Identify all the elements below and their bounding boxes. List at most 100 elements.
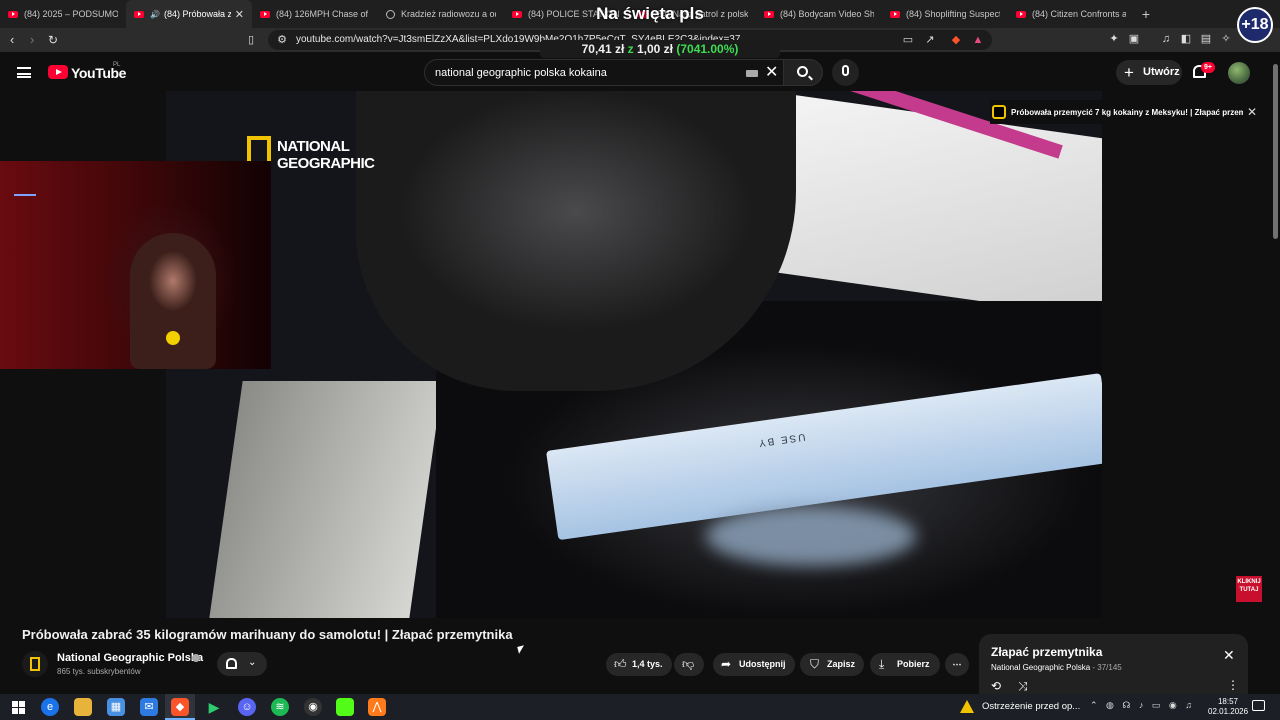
voice-search-button[interactable] bbox=[832, 59, 859, 86]
video-frame-board bbox=[209, 381, 443, 618]
back-icon[interactable]: ‹ bbox=[10, 32, 14, 48]
webcam-person bbox=[130, 233, 216, 369]
clock[interactable]: 18:57 02.01.2026 bbox=[1208, 697, 1248, 717]
share-page-icon[interactable]: ↗ bbox=[924, 34, 936, 46]
spotify-icon[interactable]: ≋ bbox=[271, 698, 289, 716]
browser-tab[interactable]: (84) 126MPH Chase of Sto bbox=[252, 0, 378, 28]
playlist-subtitle: National Geographic Polska - 37/145 bbox=[991, 663, 1122, 672]
close-icon[interactable]: ✕ bbox=[1247, 105, 1257, 119]
notifications-badge: 9+ bbox=[1201, 62, 1215, 73]
wallet-card-icon[interactable]: ▤ bbox=[1200, 33, 1212, 45]
hamburger-menu-icon[interactable] bbox=[17, 67, 31, 78]
close-tab-icon[interactable]: ✕ bbox=[235, 8, 244, 21]
share-button[interactable]: ➦ Udostępnij bbox=[713, 653, 795, 676]
forward-icon[interactable]: › bbox=[30, 32, 34, 48]
close-playlist-icon[interactable]: ✕ bbox=[1223, 647, 1235, 664]
download-icon: ⤓ bbox=[879, 657, 885, 671]
search-button[interactable] bbox=[783, 59, 823, 86]
natgeo-channel-icon bbox=[992, 105, 1006, 119]
channel-avatar[interactable] bbox=[22, 651, 48, 677]
next-video-title: Próbowała przemycić 7 kg kokainy z Meksy… bbox=[1011, 107, 1243, 117]
account-avatar[interactable] bbox=[1228, 62, 1250, 84]
video-frame-blur bbox=[706, 506, 916, 566]
browser-tab[interactable]: (84) Shoplifting Suspect P bbox=[882, 0, 1008, 28]
youtube-logo-icon[interactable] bbox=[48, 65, 68, 79]
youtube-icon bbox=[764, 10, 774, 18]
cast-icon[interactable]: ▭ bbox=[902, 34, 914, 46]
shuffle-icon[interactable]: ⤨ bbox=[1018, 679, 1028, 694]
create-label: Utwórz bbox=[1143, 66, 1180, 78]
like-button[interactable]: 👍︎ 1,4 tys. bbox=[606, 653, 672, 676]
browser-tab[interactable]: (84) Citizen Confronts an bbox=[1008, 0, 1134, 28]
kick-icon[interactable] bbox=[336, 698, 354, 716]
edge-icon[interactable]: e bbox=[41, 698, 59, 716]
windows-taskbar: e ▦ ✉ ◆ ▶ ☺ ≋ ◉ ⋀ Ostrzeżenie przed op..… bbox=[0, 694, 1280, 720]
search-query: national geographic polska kokaina bbox=[435, 67, 607, 79]
download-button[interactable]: ⤓ Pobierz bbox=[870, 653, 940, 676]
browser-tab[interactable]: (84) Bodycam Video Show bbox=[756, 0, 882, 28]
windows-start-icon[interactable] bbox=[9, 698, 27, 716]
thumbs-down-icon: 👎︎ bbox=[682, 657, 695, 671]
thumbs-up-icon: 👍︎ bbox=[614, 657, 627, 671]
create-button[interactable]: + Utwórz bbox=[1116, 60, 1182, 85]
dislike-button[interactable]: 👎︎ bbox=[674, 653, 704, 676]
playlist-title[interactable]: Złapać przemytnika bbox=[991, 645, 1102, 659]
browser-tab[interactable]: (84) 2025 – PODSUMOWA bbox=[0, 0, 126, 28]
microphone-icon bbox=[842, 65, 849, 76]
new-tab-button[interactable]: + bbox=[1134, 0, 1158, 28]
save-button[interactable]: ⛉ Zapisz bbox=[800, 653, 864, 676]
discord-icon[interactable]: ☺ bbox=[238, 698, 256, 716]
obs-icon[interactable]: ◉ bbox=[304, 698, 322, 716]
brave-rewards-icon[interactable]: ▲ bbox=[972, 34, 984, 46]
notification-center-icon[interactable] bbox=[1252, 700, 1265, 711]
next-video-title-bar[interactable]: Próbowała przemycić 7 kg kokainy z Meksy… bbox=[990, 100, 1262, 124]
system-tray-icons[interactable]: ⌃ ◍ ☊ ♪ ▭ ◉ ♫ bbox=[1090, 700, 1195, 711]
media-icon[interactable]: ♫ bbox=[1160, 33, 1172, 45]
subscriber-count: 865 tys. subskrybentów bbox=[57, 667, 141, 676]
webcam-light bbox=[14, 194, 36, 196]
extensions-icon[interactable]: ✦ bbox=[1108, 33, 1120, 45]
outlook-icon[interactable]: ✉ bbox=[140, 698, 158, 716]
speaker-icon[interactable]: 🔊 bbox=[150, 10, 160, 19]
video-player[interactable]: USE BY NATIONAL GEOGRAPHIC bbox=[166, 91, 1102, 618]
gameplay-icon[interactable]: ▶ bbox=[205, 698, 223, 716]
bookmark-icon[interactable]: ▯ bbox=[248, 32, 254, 48]
reload-icon[interactable]: ↻ bbox=[48, 32, 58, 48]
brave-shield-icon[interactable]: ◆ bbox=[950, 34, 962, 46]
youtube-header: YouTube PL national geographic polska ko… bbox=[0, 56, 1280, 90]
app-launcher-icon[interactable]: ⋀ bbox=[368, 698, 386, 716]
subscription-bell-button[interactable]: ⌄ bbox=[217, 652, 267, 676]
clear-search-icon[interactable]: ✕ bbox=[765, 64, 778, 82]
plus-icon: + bbox=[1124, 63, 1134, 82]
brave-icon[interactable]: ◆ bbox=[171, 698, 189, 716]
more-actions-button[interactable]: ⋯ bbox=[945, 653, 969, 676]
site-info-icon[interactable]: ⚙ bbox=[276, 34, 288, 46]
country-code: PL bbox=[113, 62, 121, 68]
playlist-position: 37/145 bbox=[1097, 663, 1122, 672]
scrollbar-thumb[interactable] bbox=[1273, 64, 1278, 239]
natgeo-watermark: NATIONAL GEOGRAPHIC bbox=[277, 138, 375, 172]
goal-percent: (7041.00%) bbox=[676, 42, 739, 56]
clock-date: 02.01.2026 bbox=[1208, 707, 1249, 716]
youtube-icon bbox=[890, 10, 900, 18]
youtube-icon bbox=[260, 10, 270, 18]
warning-notification[interactable]: Ostrzeżenie przed op... bbox=[982, 701, 1080, 712]
subscribe-cta-badge[interactable]: KLIKNIJ TUTAJ bbox=[1236, 576, 1262, 602]
file-explorer-icon[interactable] bbox=[74, 698, 92, 716]
watermark-line1: NATIONAL bbox=[277, 138, 350, 155]
share-icon: ➦ bbox=[721, 657, 732, 671]
more-vertical-icon[interactable]: ⋮ bbox=[1227, 678, 1239, 692]
chevron-down-icon: ⌄ bbox=[248, 657, 257, 668]
search-input[interactable]: national geographic polska kokaina ✕ bbox=[424, 59, 784, 86]
keyboard-icon[interactable] bbox=[746, 70, 758, 77]
store-icon[interactable]: ▦ bbox=[107, 698, 125, 716]
loop-icon[interactable]: ⟲ bbox=[991, 679, 1001, 693]
sidebar-icon[interactable]: ◧ bbox=[1180, 33, 1192, 45]
wallet-icon[interactable]: ▣ bbox=[1128, 33, 1140, 45]
channel-name[interactable]: National Geographic Polska bbox=[57, 652, 203, 664]
playlist-channel[interactable]: National Geographic Polska bbox=[991, 663, 1090, 672]
bookmark-icon: ⛉ bbox=[810, 657, 820, 671]
leo-ai-icon[interactable]: ✧ bbox=[1220, 33, 1232, 45]
browser-tab-active[interactable]: 🔊(84) Próbowała zab ✕ bbox=[126, 0, 252, 28]
browser-tab[interactable]: Kradzież radiowozu a odp bbox=[378, 0, 504, 28]
